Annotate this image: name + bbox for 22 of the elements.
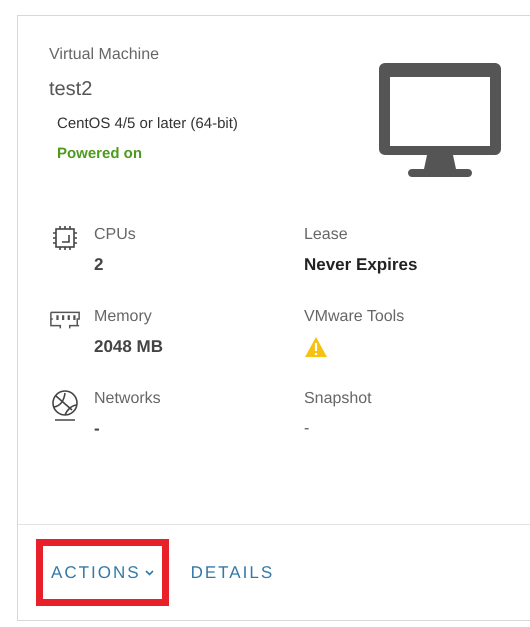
action-link[interactable]: ACTIONS (51, 560, 154, 586)
property-value: - (304, 419, 310, 439)
caret-icon (144, 570, 154, 576)
property-label: VMware Tools (304, 307, 406, 327)
property-label: Lease (304, 225, 349, 245)
property-label: CPUs (94, 225, 136, 245)
object-type-label: Virtual Machine (49, 45, 160, 65)
action-link[interactable]: DETAILS (190, 560, 274, 586)
property-value: 2048 MB (94, 336, 163, 358)
vm-name: test2 (49, 77, 94, 102)
cpu-chip-icon (51, 225, 79, 251)
network-globe-icon (50, 389, 80, 423)
guest-os-label: CentOS 4/5 or later (64-bit) (57, 114, 239, 134)
property-label: Networks (94, 389, 161, 409)
power-state-label: Powered on (57, 144, 144, 164)
property-label: Memory (94, 307, 153, 327)
monitor-icon (379, 63, 501, 179)
property-value: Never Expires (304, 254, 418, 276)
property-label: Snapshot (304, 389, 373, 409)
property-value: - (94, 418, 101, 440)
property-value: 2 (94, 254, 104, 276)
warning-icon (304, 336, 328, 358)
